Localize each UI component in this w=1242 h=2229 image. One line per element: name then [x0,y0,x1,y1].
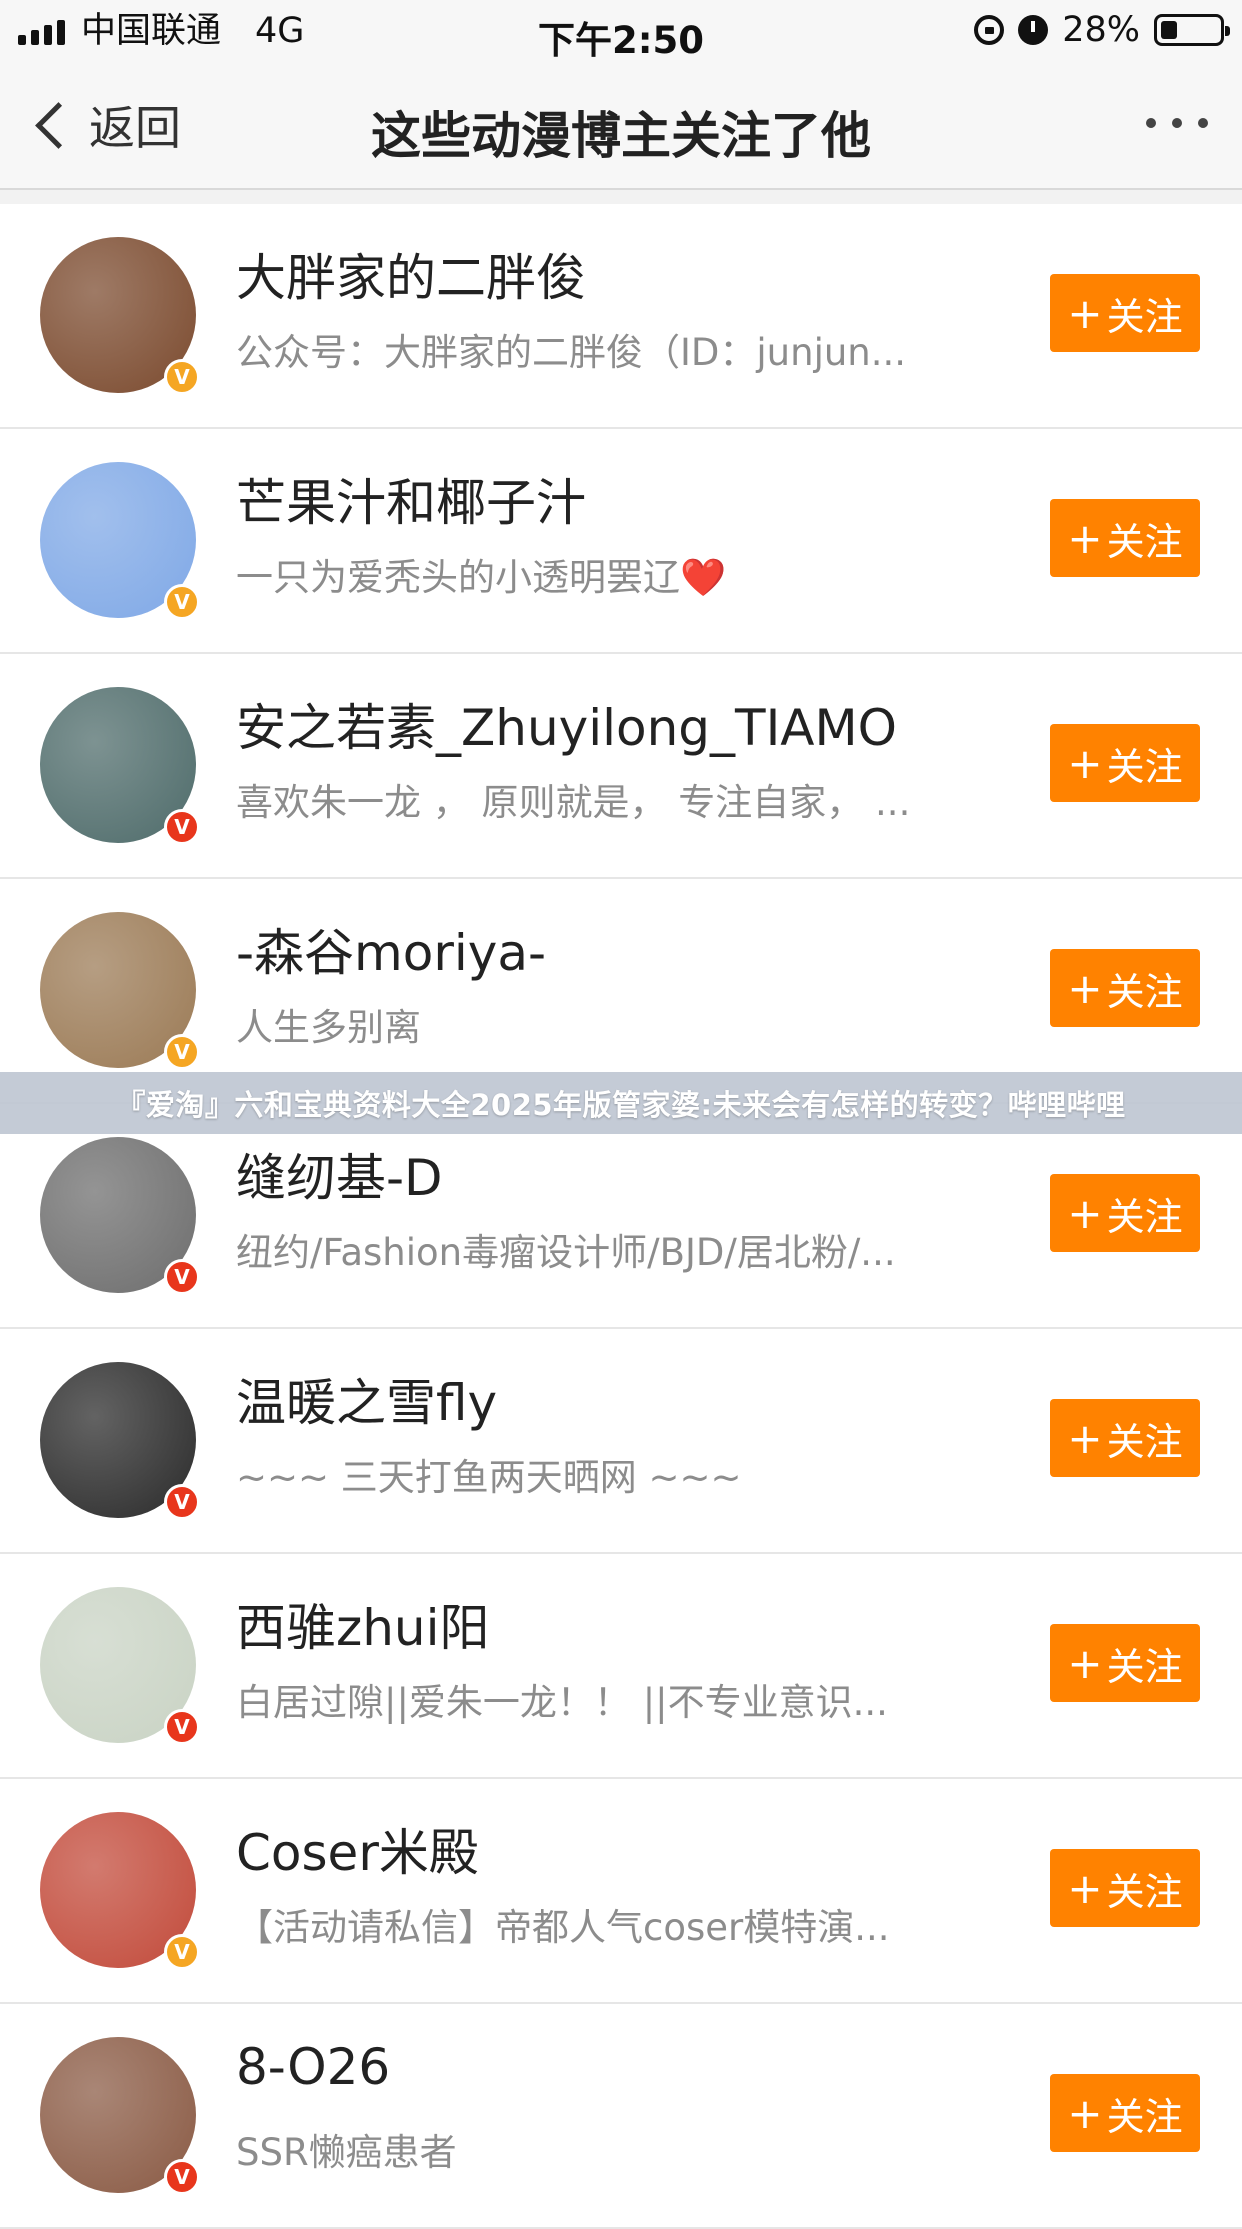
list-top-gap [0,190,1242,204]
page-title: 这些动漫博主关注了他 [371,107,871,165]
follow-label: 关注 [1106,1419,1183,1464]
plus-icon: + [1067,1638,1103,1688]
user-name[interactable]: 8-O26 [236,2038,390,2096]
list-item[interactable]: V 8-O26 SSR懒癌患者 + 关注 [0,2004,1242,2229]
user-list: V 大胖家的二胖俊 公众号：大胖家的二胖俊（ID：junjun... + 关注 V 芒果汁和… [0,204,1242,2229]
follow-button[interactable]: + 关注 [1050,274,1200,352]
user-name[interactable]: 安之若素_Zhuyilong_TIAMO [236,688,897,760]
overlay-banner-text: 『爱淘』六和宝典资料大全2025年版管家婆:未来会有怎样的转变？哔哩哔哩 [116,1088,1126,1122]
verified-badge-icon: V [164,2159,200,2195]
follow-label: 关注 [1106,519,1183,564]
follow-label: 关注 [1106,1194,1183,1239]
rotation-lock-icon [974,15,1005,45]
user-name[interactable]: Coser米殿 [236,1813,479,1885]
follow-button[interactable]: + 关注 [1050,2074,1200,2152]
plus-icon: + [1067,288,1103,338]
plus-icon: + [1067,513,1103,563]
follow-label: 关注 [1106,744,1183,789]
list-item[interactable]: V 温暖之雪fly ~~~ 三天打鱼两天晒网 ~~~ + 关注 [0,1329,1242,1554]
user-name[interactable]: 温暖之雪fly [236,1363,497,1435]
list-item[interactable]: V 缝纫基-D 纽约/Fashion毒瘤设计师/BJD/居北粉/... + 关注 [0,1104,1242,1329]
follow-label: 关注 [1106,1644,1183,1689]
user-name[interactable]: 缝纫基-D [236,1138,443,1210]
user-name[interactable]: 大胖家的二胖俊 [236,238,586,310]
verified-badge-icon: V [164,359,200,395]
follow-label: 关注 [1106,1869,1183,1914]
user-name[interactable]: -森谷moriya- [236,913,546,985]
user-description: ~~~ 三天打鱼两天晒网 ~~~ [236,1456,742,1499]
user-description: 一只为爱秃头的小透明罢辽❤️ [236,556,727,599]
plus-icon: + [1067,1413,1103,1463]
status-right: 28% [974,10,1230,50]
follow-button[interactable]: + 关注 [1050,724,1200,802]
list-item[interactable]: V 安之若素_Zhuyilong_TIAMO 喜欢朱一龙 ， 原则就是， 专注自家，… [0,654,1242,879]
user-description: SSR懒癌患者 [236,2131,457,2174]
verified-badge-icon: V [164,1709,200,1745]
verified-badge-icon: V [164,1484,200,1520]
follow-button[interactable]: + 关注 [1050,1624,1200,1702]
user-description: 公众号：大胖家的二胖俊（ID：junjun... [236,331,907,374]
plus-icon: + [1067,2088,1103,2138]
user-description: 人生多别离 [236,1006,421,1049]
verified-badge-icon: V [164,1259,200,1295]
follow-button[interactable]: + 关注 [1050,499,1200,577]
verified-badge-icon: V [164,1034,200,1070]
plus-icon: + [1067,1188,1103,1238]
battery-fill [1161,21,1177,39]
plus-icon: + [1067,738,1103,788]
navigation-bar: 返回 这些动漫博主关注了他 [0,62,1242,190]
plus-icon: + [1067,1863,1103,1913]
follow-button[interactable]: + 关注 [1050,1849,1200,1927]
alarm-icon [1018,15,1049,45]
more-options-icon[interactable] [1146,118,1208,128]
user-description: 白居过隙||爱朱一龙！！ ||不专业意识... [236,1681,888,1724]
list-item[interactable]: V -森谷moriya- 人生多别离 + 关注 [0,879,1242,1104]
plus-icon: + [1067,963,1103,1013]
follow-label: 关注 [1106,2094,1183,2139]
list-item[interactable]: V 大胖家的二胖俊公众号：大胖家的二胖俊（ID：junjun... + 关注 [0,204,1242,429]
overlay-banner[interactable]: 『爱淘』六和宝典资料大全2025年版管家婆:未来会有怎样的转变？哔哩哔哩 [0,1072,1242,1134]
battery-percent: 28% [1062,10,1140,50]
battery-icon [1154,14,1230,46]
follow-button[interactable]: + 关注 [1050,949,1200,1027]
user-name[interactable]: 西骓zhui阳 [236,1588,490,1660]
user-name[interactable]: 芒果汁和椰子汁 [236,463,586,535]
user-description: 【活动请私信】帝都人气coser模特演... [236,1906,890,1949]
verified-badge-icon: V [164,584,200,620]
follow-button[interactable]: + 关注 [1050,1174,1200,1252]
list-item[interactable]: V 芒果汁和椰子汁一只为爱秃头的小透明罢辽❤️ + 关注 [0,429,1242,654]
verified-badge-icon: V [164,1934,200,1970]
status-bar: 中国联通 4G 下午2:50 28% [0,0,1242,62]
follow-label: 关注 [1106,294,1183,339]
user-description: 喜欢朱一龙 ， 原则就是， 专注自家， ... [236,781,911,824]
follow-label: 关注 [1106,969,1183,1014]
list-item[interactable]: V Coser米殿【活动请私信】帝都人气coser模特演... + 关注 [0,1779,1242,2004]
verified-badge-icon: V [164,809,200,845]
follow-button[interactable]: + 关注 [1050,1399,1200,1477]
user-description: 纽约/Fashion毒瘤设计师/BJD/居北粉/... [236,1231,896,1274]
list-item[interactable]: V 西骓zhui阳白居过隙||爱朱一龙！！ ||不专业意识... + 关注 [0,1554,1242,1779]
